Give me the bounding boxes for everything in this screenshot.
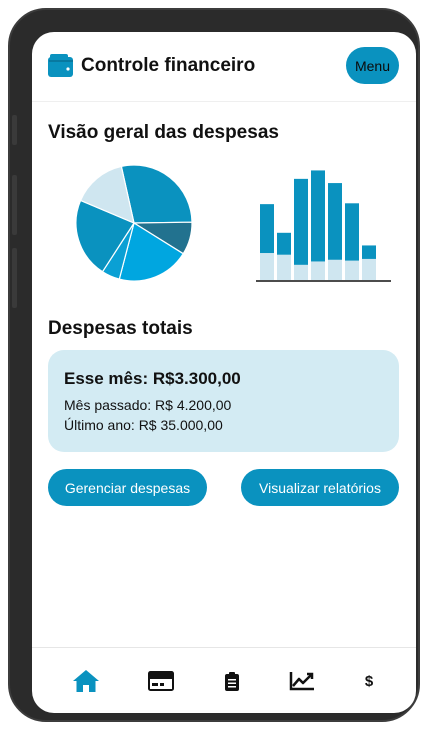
home-icon — [73, 670, 99, 692]
phone-frame: Controle financeiro Menu Visão geral das… — [8, 8, 420, 722]
expense-summary-card: Esse mês: R$3.300,00 Mês passado: R$ 4.2… — [48, 350, 399, 452]
bar-segment — [294, 264, 308, 280]
credit-card-icon — [148, 671, 174, 691]
trending-up-icon — [289, 672, 314, 691]
bar-segment — [345, 260, 359, 280]
nav-cards[interactable] — [138, 648, 184, 713]
this-month-total: Esse mês: R$3.300,00 — [64, 369, 241, 388]
app-screen: Controle financeiro Menu Visão geral das… — [32, 32, 416, 713]
charts-area — [32, 157, 416, 292]
app-header: Controle financeiro Menu — [32, 32, 416, 102]
app-title: Controle financeiro — [81, 55, 256, 76]
nav-tasks[interactable] — [212, 648, 252, 713]
overview-title: Visão geral das despesas — [48, 122, 279, 143]
bar-segment — [362, 245, 376, 259]
menu-button[interactable]: Menu — [346, 47, 399, 84]
clipboard-icon — [225, 672, 239, 691]
bar-chart — [256, 170, 391, 282]
totals-title: Despesas totais — [48, 318, 193, 339]
bar-segment — [311, 170, 325, 262]
bar-segment — [277, 232, 291, 255]
dollar-icon: $ — [364, 672, 374, 690]
side-button — [12, 175, 17, 235]
wallet-icon — [48, 54, 73, 77]
nav-home[interactable] — [62, 648, 110, 713]
nav-reports[interactable] — [280, 648, 324, 713]
side-button — [12, 115, 17, 145]
last-year-total: Último ano: R$ 35.000,00 — [64, 417, 223, 433]
last-month-total: Mês passado: R$ 4.200,00 — [64, 397, 232, 413]
nav-finance[interactable]: $ — [352, 648, 386, 713]
bar-segment — [311, 261, 325, 280]
pie-chart — [75, 164, 193, 282]
bar-segment — [260, 253, 274, 280]
manage-expenses-button[interactable]: Gerenciar despesas — [48, 469, 207, 506]
bar-segment — [362, 258, 376, 280]
bar-segment — [328, 259, 342, 280]
bar-segment — [345, 203, 359, 261]
view-reports-button[interactable]: Visualizar relatórios — [241, 469, 399, 506]
bar-segment — [260, 204, 274, 254]
bar-segment — [277, 254, 291, 280]
bottom-nav: $ — [32, 647, 416, 713]
bar-segment — [328, 183, 342, 260]
side-button — [12, 248, 17, 308]
bar-segment — [294, 178, 308, 265]
